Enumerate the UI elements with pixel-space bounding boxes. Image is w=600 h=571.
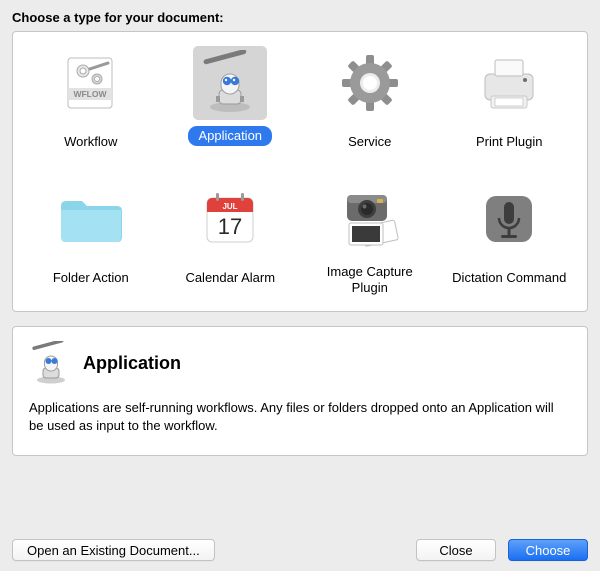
calendar-icon: JUL 17: [193, 182, 267, 256]
folder-icon: [54, 182, 128, 256]
choose-button[interactable]: Choose: [508, 539, 588, 561]
type-label-application: Application: [188, 126, 272, 146]
automator-robot-icon: [193, 46, 267, 120]
type-item-print-plugin[interactable]: Print Plugin: [440, 46, 580, 158]
type-item-application[interactable]: Application: [161, 46, 301, 158]
printer-icon: [472, 46, 546, 120]
type-label-dictation-command: Dictation Command: [442, 262, 576, 294]
description-title: Application: [83, 353, 181, 374]
description-text: Applications are self-running workflows.…: [29, 399, 571, 434]
description-panel: Application Applications are self-runnin…: [12, 326, 588, 456]
close-button[interactable]: Close: [416, 539, 496, 561]
svg-text:WFLOW: WFLOW: [73, 89, 107, 99]
camera-icon: [333, 182, 407, 256]
type-label-service: Service: [338, 126, 401, 158]
open-existing-button[interactable]: Open an Existing Document...: [12, 539, 215, 561]
workflow-icon: WFLOW: [54, 46, 128, 120]
type-item-calendar-alarm[interactable]: JUL 17 Calendar Alarm: [161, 182, 301, 297]
svg-text:JUL: JUL: [223, 202, 238, 211]
automator-robot-icon: [29, 341, 73, 385]
type-label-print-plugin: Print Plugin: [466, 126, 552, 158]
type-chooser-panel: WFLOW Workflow: [12, 31, 588, 312]
microphone-icon: [472, 182, 546, 256]
type-item-image-capture-plugin[interactable]: Image Capture Plugin: [300, 182, 440, 297]
type-label-calendar-alarm: Calendar Alarm: [175, 262, 285, 294]
type-item-workflow[interactable]: WFLOW Workflow: [21, 46, 161, 158]
type-item-folder-action[interactable]: Folder Action: [21, 182, 161, 297]
dialog-title: Choose a type for your document:: [12, 10, 588, 25]
type-label-folder-action: Folder Action: [43, 262, 139, 294]
gear-icon: [333, 46, 407, 120]
button-bar: Open an Existing Document... Close Choos…: [12, 525, 588, 561]
type-label-image-capture-plugin: Image Capture Plugin: [300, 262, 440, 297]
type-label-workflow: Workflow: [54, 126, 127, 158]
type-item-service[interactable]: Service: [300, 46, 440, 158]
svg-text:17: 17: [218, 214, 242, 239]
type-item-dictation-command[interactable]: Dictation Command: [440, 182, 580, 297]
